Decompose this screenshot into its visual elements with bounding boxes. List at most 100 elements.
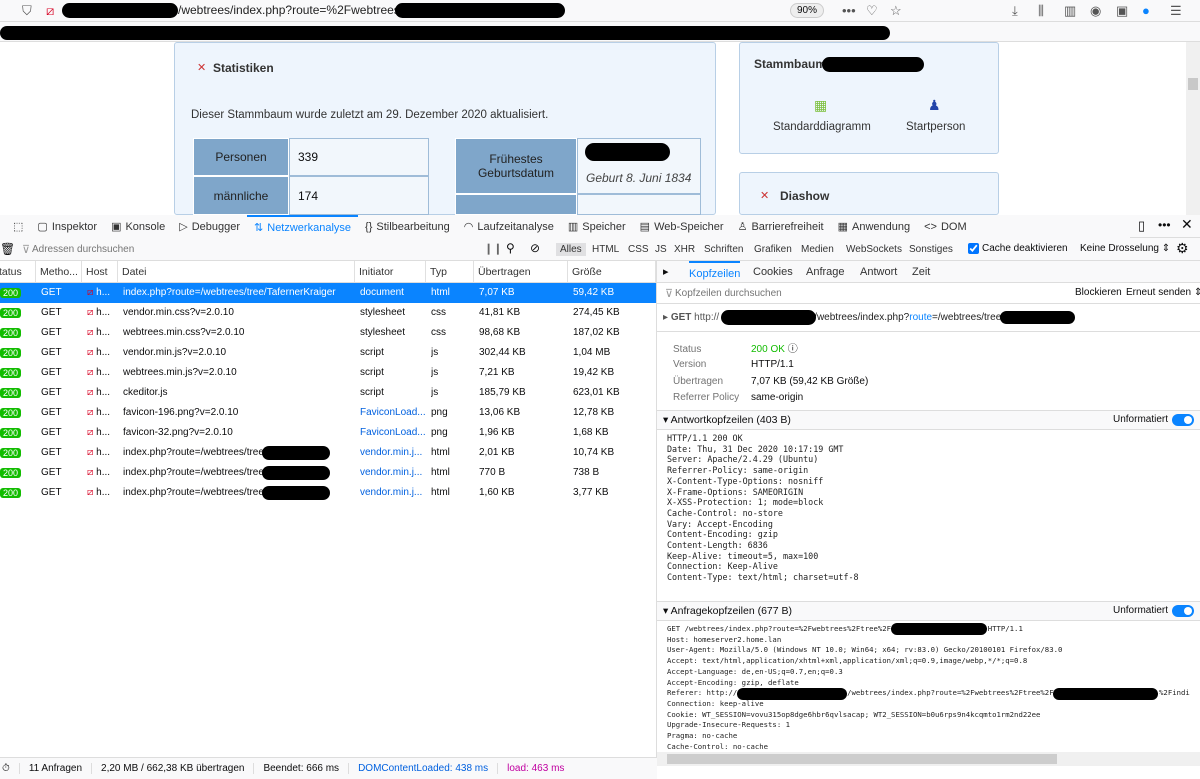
column-header-file[interactable]: Datei xyxy=(118,261,355,283)
cell-initiator[interactable]: FaviconLoad... xyxy=(360,423,425,443)
column-header-initiator[interactable]: Initiator xyxy=(355,261,426,283)
tab-debugger[interactable]: ▷ Debugger xyxy=(172,215,247,238)
panel-tab-antwort[interactable]: Antwort xyxy=(860,261,897,283)
tab-web-speicher[interactable]: ▤ Web-Speicher xyxy=(633,215,731,238)
trash-icon[interactable]: 🗑 xyxy=(0,242,15,256)
tab-laufzeitanalyse[interactable]: ◠ Laufzeitanalyse xyxy=(457,215,561,238)
request-headers-header[interactable]: ▾ Anfragekopfzeilen (677 B) Unformatiert xyxy=(657,601,1200,621)
cell-initiator[interactable]: script xyxy=(360,343,425,363)
more-options-icon[interactable]: ••• xyxy=(1158,218,1171,232)
account-icon[interactable]: ◉ xyxy=(1090,3,1101,19)
filter-sonstiges[interactable]: Sonstiges xyxy=(905,243,957,256)
filter-xhr[interactable]: XHR xyxy=(670,243,699,256)
panel-tab-cookies[interactable]: Cookies xyxy=(753,261,793,283)
request-row[interactable]: 200 GET ⧄ h... index.php?route=/webtrees/tr… xyxy=(0,443,656,463)
sidebar-icon[interactable]: ▥ xyxy=(1064,3,1076,19)
filter-medien[interactable]: Medien xyxy=(797,243,838,256)
url-bar[interactable]: ⛉ ⧄ /webtrees/index.php?route=%2Fwebtree… xyxy=(0,0,1200,22)
request-row[interactable]: 200 GET ⧄ h... vendor.min.css?v=2.0.10 style… xyxy=(0,303,656,323)
resend-button[interactable]: Erneut senden ⇕ xyxy=(1126,287,1200,298)
horizontal-scrollbar[interactable] xyxy=(657,752,1200,766)
zoom-level[interactable]: 90% xyxy=(790,3,825,18)
filter-html[interactable]: HTML xyxy=(588,243,623,256)
cell-initiator[interactable]: vendor.min.j... xyxy=(360,483,425,503)
response-headers-header[interactable]: ▾ Antwortkopfzeilen (403 B) Unformatiert xyxy=(657,410,1200,430)
column-header-type[interactable]: Typ xyxy=(426,261,474,283)
insecure-lock-icon[interactable]: ⧄ xyxy=(46,3,54,19)
headers-filter-input[interactable] xyxy=(675,285,1055,301)
search-icon[interactable]: ⚲ xyxy=(506,241,515,255)
more-icon[interactable]: ••• xyxy=(842,3,856,18)
cell-initiator[interactable]: script xyxy=(360,363,425,383)
tab-dom[interactable]: <> DOM xyxy=(917,215,974,238)
request-row[interactable]: 200 GET ⧄ h... favicon-32.png?v=2.0.10 Favic… xyxy=(0,423,656,443)
column-header-size[interactable]: Größe xyxy=(568,261,656,283)
cell-type: css xyxy=(431,327,446,338)
pause-icon[interactable]: ❙❙ xyxy=(484,242,502,255)
column-header-method[interactable]: Metho... xyxy=(36,261,82,283)
request-row[interactable]: 200 GET ⧄ h... index.php?route=/webtrees/tr… xyxy=(0,463,656,483)
filter-schriften[interactable]: Schriften xyxy=(700,243,747,256)
link-standard-chart[interactable]: Standarddiagramm xyxy=(773,121,871,133)
block-button[interactable]: Blockieren xyxy=(1075,287,1122,298)
page-scrollbar[interactable] xyxy=(1186,42,1200,215)
cell-initiator[interactable]: stylesheet xyxy=(360,303,425,323)
settings-icon[interactable]: ⚙ xyxy=(1176,240,1189,257)
panel-tab-zeit[interactable]: Zeit xyxy=(912,261,930,283)
container-icon[interactable]: ▣ xyxy=(1116,3,1128,19)
card-title: Diashow xyxy=(780,189,830,203)
download-icon[interactable]: ⤓ xyxy=(1012,3,1018,19)
panel-tab-anfrage[interactable]: Anfrage xyxy=(806,261,845,283)
request-row[interactable]: 200 GET ⧄ h... webtrees.min.css?v=2.0.10 sty… xyxy=(0,323,656,343)
request-row[interactable]: 200 GET ⧄ h... favicon-196.png?v=2.0.10 Favi… xyxy=(0,403,656,423)
request-row[interactable]: 200 GET ⧄ h... webtrees.min.js?v=2.0.10 scri… xyxy=(0,363,656,383)
library-icon[interactable]: ⫼ xyxy=(1038,3,1044,19)
disable-cache-checkbox[interactable]: Cache deaktivieren xyxy=(968,243,1068,254)
tab-netzwerkanalyse[interactable]: ⇅ Netzwerkanalyse xyxy=(247,215,359,238)
cell-initiator[interactable]: FaviconLoad... xyxy=(360,403,425,423)
toggle-sidebar-icon[interactable]: ▸ xyxy=(663,265,669,278)
filter-grafiken[interactable]: Grafiken xyxy=(750,243,796,256)
tab-inspektor[interactable]: ▢ Inspektor xyxy=(30,215,104,238)
request-row[interactable]: 200 GET ⧄ h... vendor.min.js?v=2.0.10 script… xyxy=(0,343,656,363)
tab-konsole[interactable]: ▣ Konsole xyxy=(104,215,172,238)
response-headers-raw[interactable]: HTTP/1.1 200 OK Date: Thu, 31 Dec 2020 1… xyxy=(667,433,859,583)
extension-icon[interactable]: ● xyxy=(1142,3,1150,18)
tab-barrierefreiheit[interactable]: ♙ Barrierefreiheit xyxy=(731,215,831,238)
filter-css[interactable]: CSS xyxy=(624,243,653,256)
column-header-host[interactable]: Host xyxy=(82,261,118,283)
picker-icon[interactable]: ⬚ xyxy=(6,215,30,238)
cell-initiator[interactable]: script xyxy=(360,383,425,403)
cell-initiator[interactable]: vendor.min.j... xyxy=(360,463,425,483)
shield-icon[interactable]: ⛉ xyxy=(22,3,32,19)
tab-stilbearbeitung[interactable]: {} Stilbearbeitung xyxy=(358,215,457,238)
url-filter-input[interactable] xyxy=(32,241,472,257)
column-header-transferred[interactable]: Übertragen xyxy=(474,261,568,283)
request-row[interactable]: 200 GET ⧄ h... ckeditor.js script js 185,79 KB… xyxy=(0,383,656,403)
star-icon[interactable]: ☆ xyxy=(890,3,902,19)
throttle-select[interactable]: Keine Drosselung ⇕ xyxy=(1080,243,1170,254)
raw-toggle[interactable] xyxy=(1172,605,1194,617)
performance-icon[interactable]: ⏱ xyxy=(0,763,20,774)
block-icon[interactable]: ⊘ xyxy=(530,241,540,255)
filter-js[interactable]: JS xyxy=(651,243,671,256)
panel-tab-kopfzeilen[interactable]: Kopfzeilen xyxy=(689,261,741,283)
menu-icon[interactable]: ☰ xyxy=(1170,3,1182,19)
request-row[interactable]: 200 GET ⧄ h... index.php?route=/webtrees/tr… xyxy=(0,483,656,503)
link-start-person[interactable]: Startperson xyxy=(906,121,965,133)
tab-anwendung[interactable]: ▦ Anwendung xyxy=(831,215,918,238)
column-header-status[interactable]: Status xyxy=(0,261,36,283)
raw-toggle[interactable] xyxy=(1172,414,1194,426)
help-icon[interactable]: ⓘ xyxy=(788,344,798,355)
filter-alles[interactable]: Alles xyxy=(556,243,586,256)
request-row[interactable]: 200 GET ⧄ h... index.php?route=/webtrees/tr… xyxy=(0,283,656,303)
filter-websockets[interactable]: WebSockets xyxy=(842,243,906,256)
pocket-icon[interactable]: ♡ xyxy=(866,3,878,19)
tab-speicher[interactable]: ▥ Speicher xyxy=(561,215,633,238)
cell-initiator[interactable]: vendor.min.j... xyxy=(360,443,425,463)
close-icon[interactable]: ✕ xyxy=(1181,216,1193,233)
dock-icon[interactable]: ▯ xyxy=(1138,218,1145,234)
cell-initiator[interactable]: stylesheet xyxy=(360,323,425,343)
cell-initiator[interactable]: document xyxy=(360,283,425,303)
request-url[interactable]: ▸ GET http:///webtrees/index.php?route=/… xyxy=(663,312,1001,323)
